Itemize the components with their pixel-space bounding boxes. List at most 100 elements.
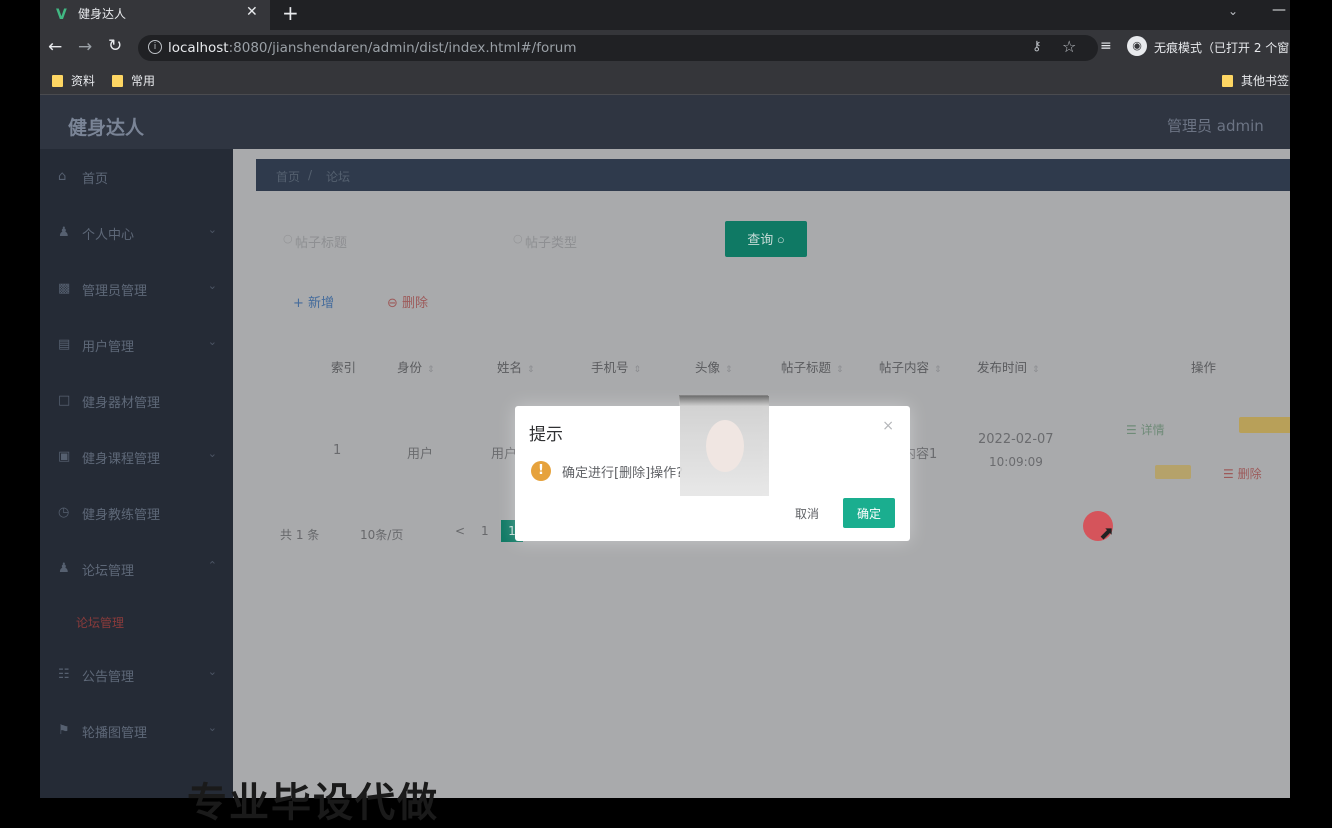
clock-icon: ◷ xyxy=(58,505,70,520)
sidebar: ⌂ 首页 ♟ 个人中心 ⌄ ▩ 管理员管理 ⌄ ▤ 用户管理 ⌄ □ 健身器材管理 ▣ 健身课程管… xyxy=(40,149,233,798)
type-search-input[interactable]: ○ 帖子类型 xyxy=(513,223,713,258)
sidebar-item-equipment[interactable]: □ 健身器材管理 xyxy=(40,373,233,429)
sidebar-item-home[interactable]: ⌂ 首页 xyxy=(40,149,233,205)
col-header-actions: 操作 xyxy=(1191,360,1217,375)
col-header-name[interactable]: 姓名 ⇕ xyxy=(497,357,535,376)
breadcrumb-current: 论坛 xyxy=(326,170,351,184)
row-time-clock: 10:09:09 xyxy=(989,455,1043,469)
url-text[interactable]: localhost:8080/jianshendaren/admin/dist/… xyxy=(168,40,577,56)
vue-favicon-icon: V xyxy=(56,7,67,23)
tab-close-icon[interactable]: ✕ xyxy=(246,4,258,20)
col-header-post-title[interactable]: 帖子标题 ⇕ xyxy=(781,357,844,376)
forward-icon[interactable]: → xyxy=(78,37,92,57)
sidebar-item-carousel[interactable]: ⚑ 轮播图管理 ⌄ xyxy=(40,703,233,759)
chevron-down-icon: ⌄ xyxy=(207,279,217,292)
col-header-post-content[interactable]: 帖子内容 ⇕ xyxy=(879,357,942,376)
folder-icon xyxy=(52,75,63,87)
sidebar-subitem-forum[interactable]: 论坛管理 xyxy=(76,614,124,631)
flag-icon: ⚑ xyxy=(58,723,70,738)
folder-icon xyxy=(1222,75,1233,87)
app-logo: 健身达人 xyxy=(68,117,145,139)
row-delete-button[interactable]: ☰ 删除 xyxy=(1223,465,1262,482)
user-label[interactable]: 管理员 admin xyxy=(1167,115,1264,136)
sidebar-item-coaches[interactable]: ◷ 健身教练管理 xyxy=(40,485,233,541)
title-search-input[interactable]: ○ 帖子标题 xyxy=(283,223,483,258)
incognito-icon[interactable]: ◉ xyxy=(1127,36,1147,56)
breadcrumb: 首页 / 论坛 xyxy=(256,159,1290,191)
bus-icon: ▣ xyxy=(58,449,71,464)
chart-icon: ▩ xyxy=(58,281,71,296)
breadcrumb-home[interactable]: 首页 xyxy=(276,168,300,185)
row-edit-button[interactable] xyxy=(1239,417,1290,433)
app-header: 健身达人 管理员 admin xyxy=(40,95,1290,149)
breadcrumb-separator: / xyxy=(308,168,313,182)
user-icon: ♟ xyxy=(58,561,70,576)
bookmark-folder-resources[interactable]: 资料 xyxy=(52,72,95,89)
query-button[interactable]: 查询 ○ xyxy=(725,221,807,257)
avatar-face xyxy=(706,420,744,472)
mouse-cursor-icon: ⬈ xyxy=(1099,523,1115,544)
video-subtitle: 专业毕设代做 xyxy=(187,780,439,826)
pagination-prev[interactable]: < xyxy=(455,524,465,538)
sidebar-item-admins[interactable]: ▩ 管理员管理 ⌄ xyxy=(40,261,233,317)
batch-delete-button[interactable]: ⊖ 删除 xyxy=(387,292,428,311)
sidebar-item-profile[interactable]: ♟ 个人中心 ⌄ xyxy=(40,205,233,261)
search-icon: ○ xyxy=(513,232,523,245)
col-header-phone[interactable]: 手机号 ⇕ xyxy=(591,357,641,376)
browser-window: V 健身达人 ✕ + ⌄ — ← → ↻ i localhost:8080/ji… xyxy=(40,0,1290,798)
browser-tab[interactable]: V 健身达人 ✕ xyxy=(40,0,270,30)
pagination-page[interactable]: 1 xyxy=(481,524,489,538)
address-bar[interactable]: i localhost:8080/jianshendaren/admin/dis… xyxy=(138,35,1098,61)
chevron-down-icon: ⌄ xyxy=(207,665,217,678)
sort-icon: ⇕ xyxy=(427,365,435,375)
close-icon[interactable]: × xyxy=(882,418,894,434)
star-icon[interactable]: ☆ xyxy=(1062,37,1076,56)
reload-icon[interactable]: ↻ xyxy=(108,36,122,56)
row-comment-button[interactable] xyxy=(1155,465,1191,479)
col-header-publish-time[interactable]: 发布时间 ⇕ xyxy=(977,357,1040,376)
bookmark-folder-common[interactable]: 常用 xyxy=(112,72,155,89)
row-time-date: 2022-02-07 xyxy=(978,432,1054,447)
sidebar-item-forum[interactable]: ♟ 论坛管理 ⌃ xyxy=(40,541,233,597)
url-host: localhost xyxy=(168,40,229,56)
pagination-page-size[interactable]: 10条/页 xyxy=(360,526,403,543)
sort-icon: ⇕ xyxy=(633,365,642,375)
search-icon: ○ xyxy=(283,232,293,245)
url-path: :8080/jianshendaren/admin/dist/index.htm… xyxy=(228,40,577,56)
back-icon[interactable]: ← xyxy=(48,37,62,57)
chevron-down-icon: ⌄ xyxy=(207,335,217,348)
incognito-label[interactable]: 无痕模式（已打开 2 个窗口 xyxy=(1154,39,1290,56)
sort-icon: ⇕ xyxy=(934,365,942,375)
cancel-button[interactable]: 取消 xyxy=(783,498,831,528)
browser-toolbar: ← → ↻ i localhost:8080/jianshendaren/adm… xyxy=(40,30,1290,66)
sidebar-item-users[interactable]: ▤ 用户管理 ⌄ xyxy=(40,317,233,373)
type-search-placeholder: 帖子类型 xyxy=(525,236,578,251)
key-icon[interactable]: ⚷ xyxy=(1032,39,1042,54)
chevron-down-icon: ⌄ xyxy=(207,721,217,734)
sort-icon: ⇕ xyxy=(725,365,733,375)
confirm-button[interactable]: 确定 xyxy=(843,498,895,528)
media-control-icon[interactable]: ≡ xyxy=(1100,38,1112,54)
doc-icon: ☷ xyxy=(58,667,70,682)
info-icon[interactable]: i xyxy=(148,40,162,54)
col-header-role[interactable]: 身份 ⇕ xyxy=(397,357,435,376)
sidebar-item-courses[interactable]: ▣ 健身课程管理 ⌄ xyxy=(40,429,233,485)
list-icon: ▤ xyxy=(58,337,71,352)
new-tab-button[interactable]: + xyxy=(282,2,299,24)
add-button[interactable]: + 新增 xyxy=(293,292,334,311)
col-header-avatar[interactable]: 头像 ⇕ xyxy=(695,357,733,376)
chevron-down-icon: ⌄ xyxy=(207,223,217,236)
row-detail-button[interactable]: ☰ 详情 xyxy=(1126,421,1165,438)
bookmark-folder-other[interactable]: 其他书签 xyxy=(1222,72,1289,89)
tab-title: 健身达人 xyxy=(78,7,127,21)
avatar-preview-image xyxy=(680,396,769,496)
pagination-total: 共 1 条 xyxy=(280,528,320,542)
row-role: 用户 xyxy=(407,447,434,462)
tab-search-icon[interactable]: ⌄ xyxy=(1228,4,1238,18)
box-icon: □ xyxy=(58,393,71,408)
row-index: 1 xyxy=(333,443,342,458)
user-icon: ♟ xyxy=(58,225,70,240)
sort-icon: ⇕ xyxy=(1032,365,1040,375)
minimize-icon[interactable]: — xyxy=(1272,2,1286,18)
sidebar-item-notices[interactable]: ☷ 公告管理 ⌄ xyxy=(40,647,233,703)
